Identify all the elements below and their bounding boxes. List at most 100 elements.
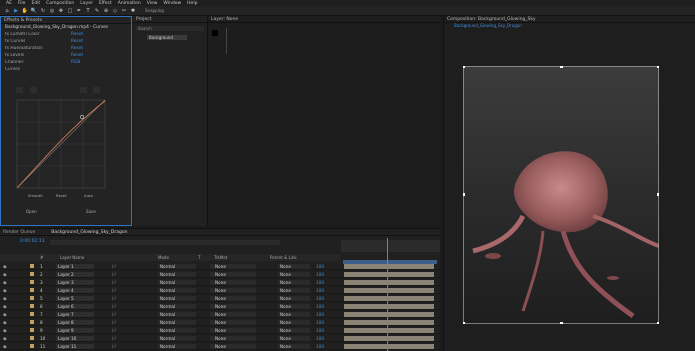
eye-icon[interactable]: ◉ xyxy=(3,304,7,309)
layer-name[interactable]: Layer 3 xyxy=(56,279,94,285)
layer-tab[interactable]: Layer: None xyxy=(208,16,440,23)
pan-icon[interactable]: ✥ xyxy=(58,8,64,14)
eye-icon[interactable]: ◉ xyxy=(3,312,7,317)
timeline-search[interactable] xyxy=(50,240,280,245)
layer-duration-bar[interactable] xyxy=(344,271,434,277)
blend-mode-select[interactable]: Normal xyxy=(158,335,196,341)
switches-icon[interactable]: / ⁄ xyxy=(112,336,115,341)
switches-icon[interactable]: / ⁄ xyxy=(112,312,115,317)
snapping-label[interactable]: Snapping xyxy=(145,8,164,13)
layer-duration-bar[interactable] xyxy=(344,287,434,293)
composition-tab[interactable]: Composition: Background_Glowing_Sky xyxy=(444,16,695,23)
layer-value[interactable]: 100 xyxy=(316,344,324,349)
layer-duration-bar[interactable] xyxy=(344,327,434,333)
label-color-icon[interactable] xyxy=(30,272,34,276)
curves-reset-label[interactable]: Reset xyxy=(56,193,67,198)
timeline-row[interactable]: ◉ 7 Layer 7 / ⁄ Normal None None 100 xyxy=(0,311,440,318)
camera-icon[interactable]: ◎ xyxy=(49,8,55,14)
layer-value[interactable]: 100 xyxy=(316,328,324,333)
label-color-icon[interactable] xyxy=(30,320,34,324)
blend-mode-select[interactable]: Normal xyxy=(158,327,196,333)
menu-item-1[interactable]: File xyxy=(18,1,26,6)
link-select[interactable]: None xyxy=(278,311,310,317)
layer-value[interactable]: 100 xyxy=(316,304,324,309)
parent-select[interactable]: None xyxy=(210,319,256,325)
effect-value[interactable]: Reset xyxy=(71,53,83,58)
work-area-bar[interactable] xyxy=(343,260,437,264)
parent-select[interactable]: None xyxy=(210,303,256,309)
switches-icon[interactable]: / ⁄ xyxy=(112,272,115,277)
stamp-icon[interactable]: ⊕ xyxy=(103,8,109,14)
layer-value[interactable]: 100 xyxy=(316,264,324,269)
layer-value[interactable]: 100 xyxy=(316,272,324,277)
layer-value[interactable]: 100 xyxy=(316,296,324,301)
label-color-icon[interactable] xyxy=(30,312,34,316)
effect-row[interactable]: fx Lumetri Color Reset xyxy=(1,31,131,38)
eye-icon[interactable]: ◉ xyxy=(3,336,7,341)
label-color-icon[interactable] xyxy=(30,328,34,332)
label-color-icon[interactable] xyxy=(30,280,34,284)
link-select[interactable]: None xyxy=(278,327,310,333)
switches-icon[interactable]: / ⁄ xyxy=(112,288,115,293)
effect-row[interactable]: Channel: RGB xyxy=(1,59,131,66)
link-select[interactable]: None xyxy=(278,343,310,349)
eye-icon[interactable]: ◉ xyxy=(3,264,7,269)
eye-icon[interactable]: ◉ xyxy=(3,280,7,285)
link-select[interactable]: None xyxy=(278,271,310,277)
layer-duration-bar[interactable] xyxy=(344,319,434,325)
composition-viewer[interactable] xyxy=(463,66,659,324)
arrow-icon[interactable]: ▶ xyxy=(13,8,19,14)
parent-select[interactable]: None xyxy=(210,311,256,317)
render-queue-tab[interactable]: Render Queue xyxy=(3,230,35,235)
layer-name[interactable]: Layer 11 xyxy=(56,343,94,349)
layer-duration-bar[interactable] xyxy=(344,311,434,317)
eye-icon[interactable]: ◉ xyxy=(3,344,7,349)
curves-editor[interactable]: Smooth Reset Auto xyxy=(16,87,108,203)
layer-value[interactable]: 100 xyxy=(316,280,324,285)
timeline-row[interactable]: ◉ 8 Layer 8 / ⁄ Normal None None 100 xyxy=(0,319,440,326)
blend-mode-select[interactable]: Normal xyxy=(158,271,196,277)
eraser-icon[interactable]: ◇ xyxy=(112,8,118,14)
timeline-row[interactable]: ◉ 4 Layer 4 / ⁄ Normal None None 100 xyxy=(0,287,440,294)
parent-select[interactable]: None xyxy=(210,295,256,301)
blend-mode-select[interactable]: Normal xyxy=(158,343,196,349)
layer-name[interactable]: Layer 7 xyxy=(56,311,94,317)
eye-icon[interactable]: ◉ xyxy=(3,296,7,301)
layer-value[interactable]: 100 xyxy=(316,288,324,293)
switches-icon[interactable]: / ⁄ xyxy=(112,304,115,309)
effect-value[interactable]: Reset xyxy=(71,39,83,44)
layer-duration-bar[interactable] xyxy=(344,279,434,285)
brush-icon[interactable]: ✎ xyxy=(94,8,100,14)
timeline-row[interactable]: ◉ 10 Layer 10 / ⁄ Normal None None 100 xyxy=(0,335,440,342)
label-color-icon[interactable] xyxy=(30,304,34,308)
effects-tab[interactable]: Effects & Presets xyxy=(1,17,131,24)
blend-mode-select[interactable]: Normal xyxy=(158,311,196,317)
label-color-icon[interactable] xyxy=(30,336,34,340)
timeline-row[interactable]: ◉ 9 Layer 9 / ⁄ Normal None None 100 xyxy=(0,327,440,334)
label-color-icon[interactable] xyxy=(30,264,34,268)
parent-select[interactable]: None xyxy=(210,343,256,349)
eye-icon[interactable]: ◉ xyxy=(3,328,7,333)
eye-icon[interactable]: ◉ xyxy=(3,272,7,277)
layer-duration-bar[interactable] xyxy=(344,343,434,349)
layer-name[interactable]: Layer 4 xyxy=(56,287,94,293)
rotate-icon[interactable]: ↻ xyxy=(40,8,46,14)
menu-item-3[interactable]: Composition xyxy=(46,1,74,6)
effect-row[interactable]: fx Levels Reset xyxy=(1,52,131,59)
parent-select[interactable]: None xyxy=(210,335,256,341)
puppet-icon[interactable]: ✱ xyxy=(130,8,136,14)
timeline-row[interactable]: ◉ 6 Layer 6 / ⁄ Normal None None 100 xyxy=(0,303,440,310)
blend-mode-select[interactable]: Normal xyxy=(158,303,196,309)
layer-name[interactable]: Layer 10 xyxy=(56,335,94,341)
project-tab[interactable]: Project xyxy=(133,16,207,23)
timeline-row[interactable]: ◉ 2 Layer 2 / ⁄ Normal None None 100 xyxy=(0,271,440,278)
switches-icon[interactable]: / ⁄ xyxy=(112,280,115,285)
rect-icon[interactable]: □ xyxy=(67,8,73,14)
parent-select[interactable]: None xyxy=(210,271,256,277)
menu-item-4[interactable]: Layer xyxy=(80,1,93,6)
blend-mode-select[interactable]: Normal xyxy=(158,279,196,285)
effect-value[interactable]: RGB xyxy=(71,60,80,65)
open-button[interactable]: Open xyxy=(26,209,37,214)
timeline-row[interactable]: ◉ 3 Layer 3 / ⁄ Normal None None 100 xyxy=(0,279,440,286)
label-color-icon[interactable] xyxy=(30,288,34,292)
